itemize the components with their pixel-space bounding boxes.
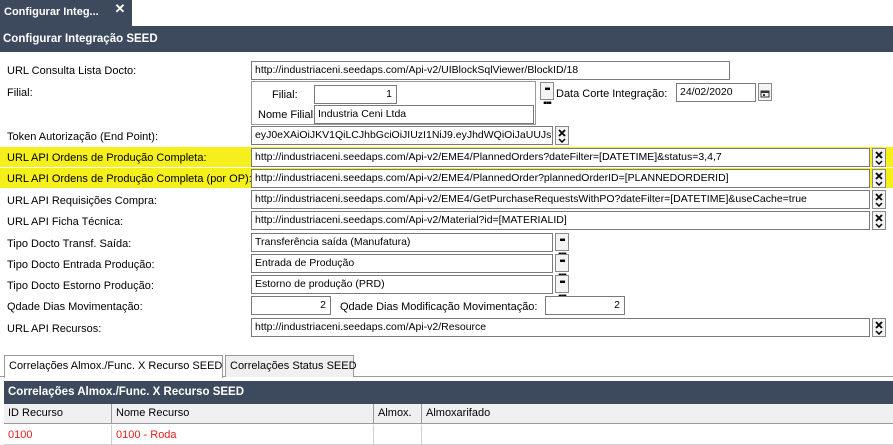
url-recursos-clear-icon[interactable] [872, 318, 886, 337]
url-ficha-label: URL API Ficha Técnica: [7, 216, 124, 228]
url-ordens-label: URL API Ordens de Produção Completa: [7, 152, 207, 164]
token-label: Token Autorização (End Point): [7, 131, 159, 143]
url-lista-docto-label: URL Consulta Lista Docto: [7, 65, 137, 77]
qdade-mod-label: Qdade Dias Modificação Movimentação: [340, 301, 538, 313]
tipo-entrada-label: Tipo Docto Entrada Produção: [7, 259, 155, 271]
url-requisicoes-input[interactable]: http://industriaceni.seedaps.com/Api-v2/… [251, 190, 870, 209]
url-ficha-input[interactable]: http://industriaceni.seedaps.com/Api-v2/… [251, 211, 870, 230]
url-ordens-input[interactable]: http://industriaceni.seedaps.com/Api-v2/… [251, 148, 870, 167]
tipo-entrada-input[interactable]: Entrada de Produção [251, 254, 553, 273]
column-id-recurso[interactable]: ID Recurso [4, 404, 112, 424]
url-recursos-input[interactable]: http://industriaceni.seedaps.com/Api-v2/… [251, 318, 870, 337]
url-recursos-label: URL API Recursos: [7, 323, 102, 335]
table-row[interactable]: 0100 0100 - Roda [4, 425, 893, 445]
grid-title: Correlações Almox./Func. X Recurso SEED [4, 381, 893, 404]
filial-label: Filial: [7, 87, 33, 99]
column-almoxarifado[interactable]: Almoxarifado [422, 404, 893, 424]
url-ordens-op-clear-icon[interactable] [872, 169, 886, 188]
url-requisicoes-label: URL API Requisições Compra: [7, 195, 157, 207]
url-ficha-clear-icon[interactable] [872, 211, 886, 230]
tab-correlacoes-status[interactable]: Correlações Status SEED [225, 355, 357, 377]
qdade-mov-label: Qdade Dias Movimentação: [7, 301, 143, 313]
tipo-estorno-label: Tipo Docto Estorno Produção: [7, 280, 154, 292]
tipo-saida-label: Tipo Docto Transf. Saída: [7, 238, 132, 250]
tab-correlacoes-almox[interactable]: Correlações Almox./Func. X Recurso SEED [4, 355, 223, 378]
qdade-mov-input[interactable]: 2 [251, 296, 331, 315]
column-nome-recurso[interactable]: Nome Recurso [112, 404, 374, 424]
filial-lookup-button[interactable]: ▪▪ ▪▪▪ [540, 82, 554, 109]
filial-name-label: Nome Filial: [258, 109, 317, 121]
document-tab[interactable]: Configurar Integ... ✕ [0, 0, 132, 26]
url-lista-docto-input[interactable]: http://industriaceni.seedaps.com/Api-v2/… [251, 61, 730, 80]
tipo-estorno-lookup-button[interactable]: ▪▪▪▪▪ [555, 275, 569, 302]
cell-id-recurso[interactable]: 0100 [4, 425, 112, 445]
document-tab-title: Configurar Integ... [4, 6, 99, 18]
url-requisicoes-clear-icon[interactable] [872, 190, 886, 209]
tipo-estorno-input[interactable]: Estorno de produção (PRD) [251, 275, 553, 294]
column-almox[interactable]: Almox. [374, 404, 422, 424]
qdade-mod-input[interactable]: 2 [545, 296, 625, 315]
tipo-saida-input[interactable]: Transferência saída (Manufatura) [251, 233, 553, 252]
filial-code-input[interactable]: 1 [314, 85, 397, 104]
cell-almoxarifado[interactable] [422, 425, 893, 445]
cell-almox[interactable] [374, 425, 422, 445]
document-tab-strip: Configurar Integ... ✕ [0, 0, 893, 26]
url-ordens-op-label: URL API Ordens de Produção Completa (por… [7, 173, 252, 185]
tipo-saida-lookup-button[interactable]: ▪▪▪▪▪ [555, 233, 569, 260]
calendar-icon[interactable] [758, 83, 772, 101]
token-clear-icon[interactable] [555, 126, 569, 145]
tipo-entrada-lookup-button[interactable]: ▪▪▪▪▪ [555, 254, 569, 281]
page-title: Configurar Integração SEED [0, 26, 893, 52]
data-corte-input[interactable]: 24/02/2020 [676, 83, 756, 102]
url-ordens-clear-icon[interactable] [872, 148, 886, 167]
filial-name-input[interactable]: Industria Ceni Ltda [314, 105, 534, 124]
filial-code-label: Filial: [272, 89, 298, 101]
token-input[interactable]: eyJ0eXAiOiJKV1QiLCJhbGciOiJIUzI1NiJ9.eyJ… [251, 126, 553, 145]
grid-header: ID Recurso Nome Recurso Almox. Almoxarif… [4, 404, 893, 424]
url-ordens-op-input[interactable]: http://industriaceni.seedaps.com/Api-v2/… [251, 169, 870, 188]
cell-nome-recurso[interactable]: 0100 - Roda [112, 425, 374, 445]
close-icon[interactable]: ✕ [112, 1, 128, 17]
data-corte-label: Data Corte Integração: [556, 88, 668, 100]
subtabs: Correlações Almox./Func. X Recurso SEED … [0, 355, 893, 378]
filial-group: Filial: 1 Nome Filial: Industria Ceni Lt… [251, 81, 536, 125]
